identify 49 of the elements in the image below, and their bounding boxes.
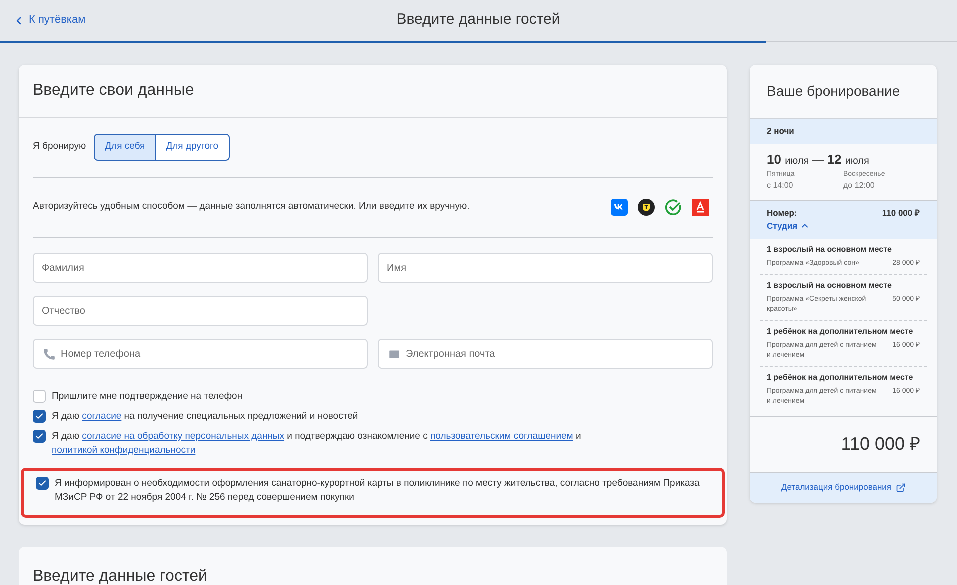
checkbox-label: Я даю согласие на обработку персональных данных и подтверждаю ознакомление с пользовательским соглашением и политикой конфиденциальности bbox=[52, 430, 582, 458]
checkmark-logo-icon[interactable] bbox=[665, 199, 682, 216]
guest-title: 1 ребёнок на дополнительном месте bbox=[767, 326, 914, 336]
letter-logo-icon[interactable] bbox=[692, 199, 709, 216]
shield-logo-icon[interactable] bbox=[638, 199, 655, 216]
checkout-date: 12 июля bbox=[827, 151, 870, 169]
checkbox-label: Пришлите мне подтверждение на телефон bbox=[52, 390, 243, 404]
checkbox[interactable] bbox=[33, 410, 46, 423]
segment-tab[interactable]: Для другого bbox=[156, 134, 230, 161]
back-link[interactable]: К путёвкам bbox=[13, 12, 86, 29]
guest-title: 1 взрослый на основном месте bbox=[767, 280, 893, 290]
check-icon bbox=[38, 479, 47, 488]
booking-for-label: Я бронирую bbox=[33, 140, 86, 154]
consent-link[interactable]: согласие на обработку персональных данных bbox=[82, 431, 285, 442]
checkbox[interactable] bbox=[33, 390, 46, 403]
input-field[interactable]: Отчество bbox=[33, 296, 368, 326]
room-label: Номер: bbox=[767, 207, 798, 220]
input-field[interactable]: Имя bbox=[378, 253, 713, 283]
segment-tab[interactable]: Для себя bbox=[94, 134, 156, 161]
total-price: 110 000 ₽ bbox=[841, 432, 920, 456]
checkin-time: с 14:00 bbox=[767, 180, 794, 192]
consent-link[interactable]: согласие bbox=[82, 411, 122, 422]
room-price: 110 000 ₽ bbox=[882, 207, 920, 220]
input-field[interactable]: Номер телефона bbox=[33, 339, 368, 369]
consent-link[interactable]: политикой конфиденциальности bbox=[52, 445, 196, 456]
section-title: Введите данные гостей bbox=[33, 568, 208, 585]
input-field[interactable]: Фамилия bbox=[33, 253, 368, 283]
vk-logo-icon[interactable] bbox=[611, 199, 628, 216]
section-title: Введите свои данные bbox=[33, 81, 194, 101]
external-link-icon bbox=[896, 482, 906, 492]
checkbox[interactable] bbox=[33, 430, 46, 443]
booking-details-link[interactable]: Детализация бронирования bbox=[750, 472, 937, 502]
check-icon bbox=[35, 432, 44, 441]
booking-title: Ваше бронирование bbox=[767, 82, 900, 101]
checkbox[interactable] bbox=[36, 477, 49, 490]
checkout-time: до 12:00 bbox=[844, 180, 876, 192]
checkin-date: 10 июля bbox=[767, 151, 810, 169]
checkbox-label: Я информирован о необходимости оформления санаторно-курортной карты в поликлинике по месту жительства, согласно требованиям Приказа МЗиСР РФ от 22 ноября 2004 г. № 256 перед совершением покупки bbox=[55, 477, 701, 505]
auth-hint: Авторизуйтесь удобным способом — данные заполнятся автоматически. Или введите их вручную. bbox=[33, 200, 470, 214]
guest-title: 1 взрослый на основном месте bbox=[767, 244, 893, 254]
guest-title: 1 ребёнок на дополнительном месте bbox=[767, 372, 914, 382]
check-icon bbox=[35, 412, 44, 421]
room-type-toggle[interactable]: Студия bbox=[767, 220, 810, 232]
checkbox-label: Я даю согласие на получение специальных предложений и новостей bbox=[52, 410, 358, 424]
consent-link[interactable]: пользовательским соглашением bbox=[430, 431, 574, 442]
page-title: Введите данные гостей bbox=[396, 10, 560, 30]
date-dash: — bbox=[812, 152, 824, 169]
nights-count: 2 ночи bbox=[767, 125, 794, 138]
input-field[interactable]: Электронная почта bbox=[378, 339, 713, 369]
